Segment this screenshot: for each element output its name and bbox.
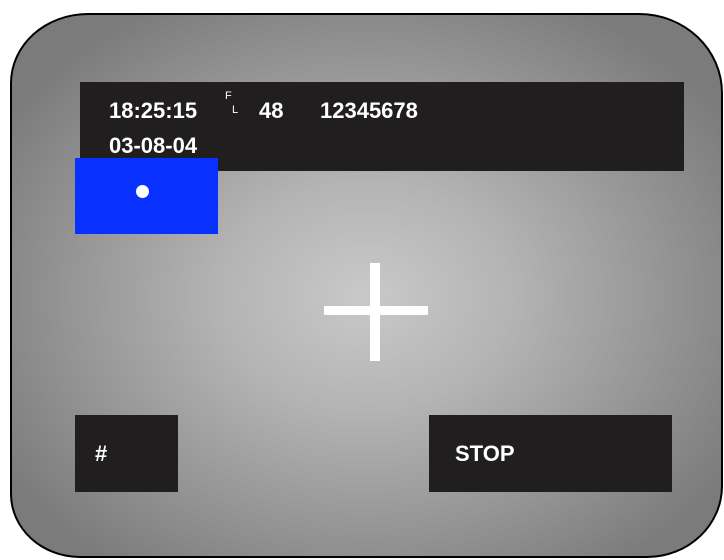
value-display: 48 <box>259 98 284 123</box>
hash-button-label: # <box>95 441 108 466</box>
crosshair-vertical-bar <box>370 263 380 361</box>
flag-top-indicator: F <box>225 90 232 102</box>
flag-bottom-indicator: L <box>232 104 239 116</box>
record-indicator-box[interactable] <box>75 158 218 234</box>
device-screen: 18:25:15 F L 48 12345678 03-08-04 # STOP <box>10 13 723 558</box>
hash-button[interactable]: # <box>75 415 178 492</box>
stop-button[interactable]: STOP <box>429 415 672 492</box>
id-number-display: 12345678 <box>320 98 418 123</box>
date-display: 03-08-04 <box>109 133 198 158</box>
time-display: 18:25:15 <box>109 98 198 123</box>
record-dot-icon <box>136 185 149 198</box>
stop-button-label: STOP <box>455 441 515 466</box>
